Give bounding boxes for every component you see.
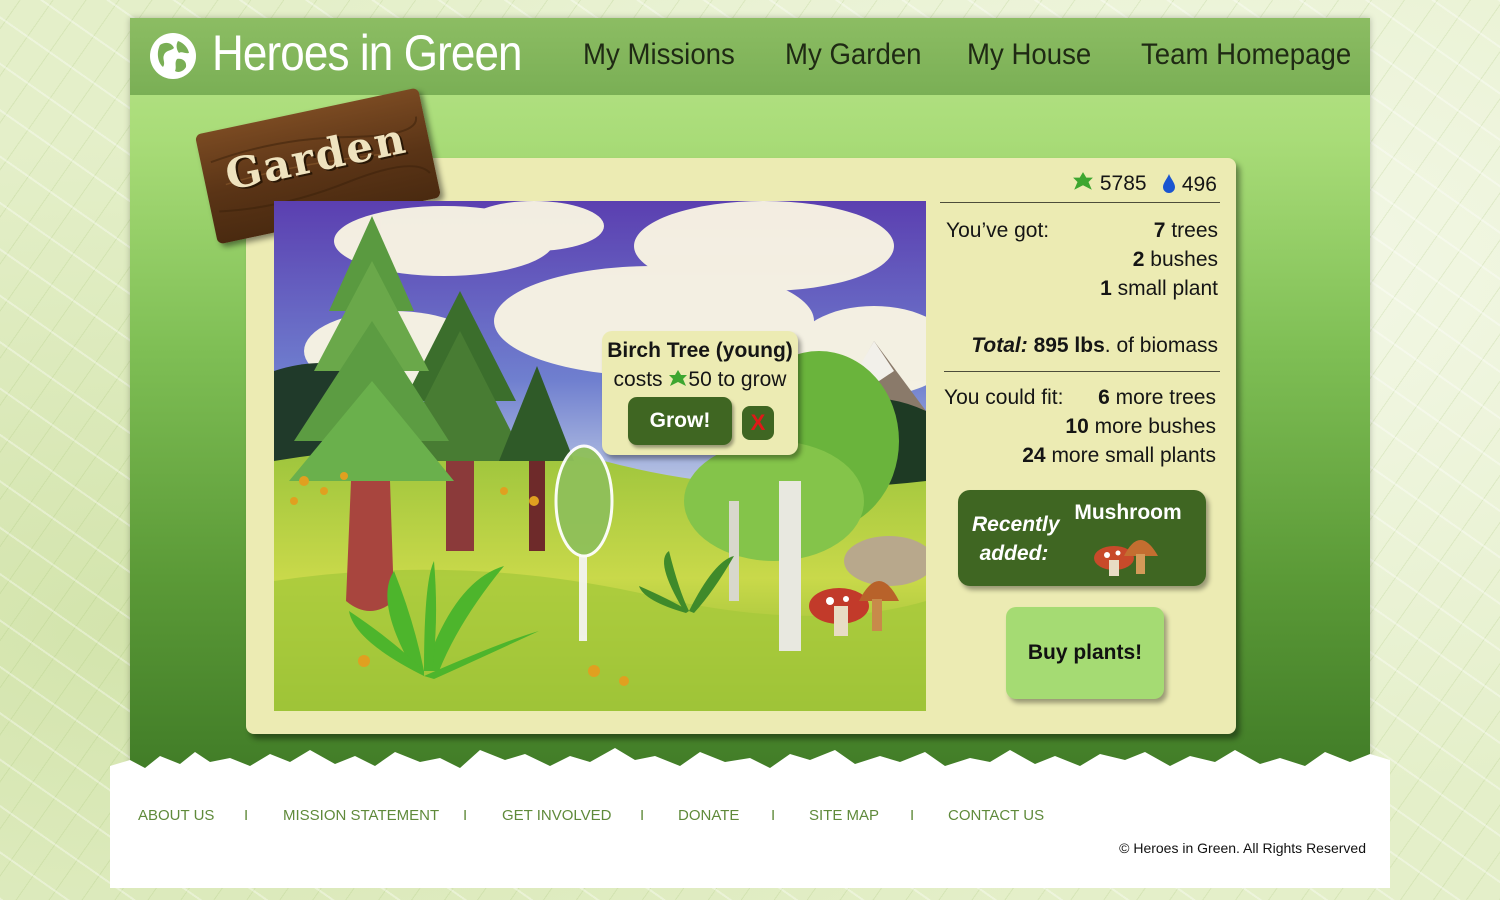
garden-scene[interactable] <box>274 201 926 711</box>
garden-illustration <box>274 201 926 711</box>
copyright-text: © Heroes in Green. All Rights Reserved <box>1119 840 1366 856</box>
footer-link-donate[interactable]: DONATE <box>678 807 739 824</box>
nav-my-garden[interactable]: My Garden <box>785 38 922 72</box>
footer-separator: I <box>640 807 645 824</box>
got-trees: 7 trees <box>1153 219 1218 242</box>
footer-link-site-map[interactable]: SITE MAP <box>809 807 879 824</box>
fit-trees: 6 more trees <box>1098 386 1216 409</box>
nav-team-homepage[interactable]: Team Homepage <box>1141 38 1351 72</box>
recently-added-card[interactable]: Recently added: Mushroom <box>958 490 1206 586</box>
mushroom-icon <box>1094 540 1158 576</box>
biomass-total: Total: 895 lbs. of biomass <box>971 334 1218 357</box>
water-drop-icon <box>1163 174 1175 193</box>
close-popup-button[interactable]: X <box>742 406 774 440</box>
plant-popup: Birch Tree (young) costs 50 to grow Grow… <box>602 331 798 455</box>
site-logo-text[interactable]: Heroes in Green <box>212 24 523 82</box>
footer-link-mission-statement[interactable]: MISSION STATEMENT <box>283 807 439 824</box>
got-small-plants: 1 small plant <box>1100 277 1218 300</box>
grow-button[interactable]: Grow! <box>628 397 732 445</box>
nav-my-missions[interactable]: My Missions <box>583 38 735 72</box>
recently-added-label: Recently added: <box>972 513 1060 565</box>
fit-bushes: 10 more bushes <box>1065 415 1216 438</box>
water-currency: 496 <box>1162 173 1217 197</box>
nav-my-house[interactable]: My House <box>967 38 1091 72</box>
got-bushes: 2 bushes <box>1132 248 1218 271</box>
water-count: 496 <box>1181 173 1217 196</box>
popup-cost: costs 50 to grow <box>602 368 798 392</box>
footer-separator: I <box>771 807 776 824</box>
footer-separator: I <box>910 807 915 824</box>
popup-title: Birch Tree (young) <box>607 339 793 362</box>
leaf-icon <box>669 370 688 386</box>
footer-link-contact-us[interactable]: CONTACT US <box>948 807 1044 824</box>
footer-separator: I <box>463 807 468 824</box>
footer-link-about-us[interactable]: ABOUT US <box>138 807 214 824</box>
divider <box>940 202 1220 203</box>
buy-plants-button[interactable]: Buy plants! <box>1006 607 1164 699</box>
footer-link-get-involved[interactable]: GET INVOLVED <box>502 807 611 824</box>
divider <box>944 371 1220 372</box>
popup-cost-value: 50 to grow <box>688 368 787 391</box>
globe-logo-icon <box>150 33 196 79</box>
footer-separator: I <box>244 807 249 824</box>
leaf-count: 5785 <box>1099 172 1147 195</box>
leaf-icon <box>1073 172 1093 190</box>
popup-cost-prefix: costs <box>613 368 663 391</box>
got-label: You’ve got: <box>946 219 1050 242</box>
leaf-currency: 5785 <box>1072 171 1147 196</box>
footer: ABOUT US I MISSION STATEMENT I GET INVOL… <box>110 770 1390 888</box>
top-navigation-bar: Heroes in Green My Missions My Garden My… <box>130 18 1370 95</box>
fit-small-plants: 24 more small plants <box>1022 444 1216 467</box>
recent-item-name: Mushroom <box>1074 501 1182 524</box>
